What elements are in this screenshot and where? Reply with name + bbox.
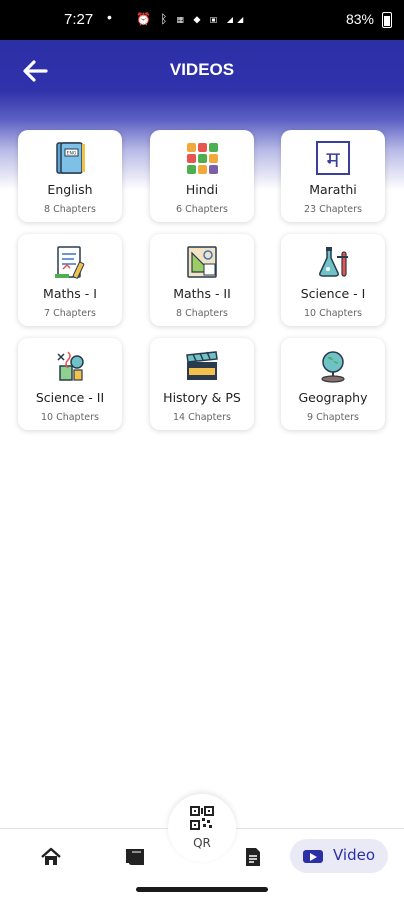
subject-card-history-ps[interactable]: History & PS 14 Chapters (150, 338, 254, 430)
maths-notebook-icon (55, 246, 85, 279)
subject-name: Science - II (35, 390, 105, 405)
chapter-count: 7 Chapters (44, 308, 96, 319)
notification-dot: • (107, 9, 112, 25)
subject-card-science-2[interactable]: Science - II 10 Chapters (18, 338, 122, 430)
chapter-count: 8 Chapters (44, 204, 96, 215)
hindi-letters-icon (187, 143, 218, 174)
subject-name: Geography (298, 390, 368, 405)
subject-name: Maths - I (43, 286, 97, 301)
subject-card-maths-1[interactable]: Maths - I 7 Chapters (18, 234, 122, 326)
qr-code-icon (190, 806, 214, 830)
book-icon[interactable] (124, 846, 146, 868)
history-clapper-icon (186, 351, 218, 380)
subject-name: Maths - II (173, 286, 231, 301)
subject-card-science-1[interactable]: Science - I 10 Chapters (281, 234, 385, 326)
subject-name: Hindi (185, 182, 219, 197)
qr-scan-button[interactable]: QR (168, 794, 236, 862)
document-icon[interactable] (242, 846, 264, 868)
chapter-count: 8 Chapters (176, 308, 228, 319)
chapter-count: 6 Chapters (176, 204, 228, 215)
subject-card-hindi[interactable]: Hindi 6 Chapters (150, 130, 254, 222)
subject-card-marathi[interactable]: म Marathi 23 Chapters (281, 130, 385, 222)
nav-video-label: Video (333, 846, 376, 864)
subject-name: English (47, 182, 93, 197)
gesture-bar (136, 887, 268, 892)
geometry-icon (187, 246, 217, 278)
status-icons: ⏰ ᛒ ▦ ◆ ▣ ◢◢ (136, 12, 247, 26)
chapter-count: 10 Chapters (303, 308, 363, 319)
lab-flask-icon (319, 247, 348, 277)
chapter-count: 10 Chapters (40, 412, 100, 423)
marathi-letter-icon: म (316, 141, 350, 175)
nav-video-tab[interactable]: Video (290, 839, 388, 873)
video-play-icon (303, 850, 323, 863)
english-book-icon: ENG (56, 142, 85, 174)
subject-card-geography[interactable]: Geography 9 Chapters (281, 338, 385, 430)
status-time: 7:27 (64, 11, 94, 28)
svg-text:ENG: ENG (67, 151, 77, 157)
page-title: VIDEOS (169, 60, 235, 79)
battery-icon (382, 12, 392, 28)
marathi-glyph: म (326, 148, 340, 173)
globe-icon (321, 351, 345, 383)
qr-label: QR (193, 836, 211, 850)
subject-name: Marathi (309, 182, 357, 197)
subject-card-english[interactable]: ENG English 8 Chapters (18, 130, 122, 222)
status-bar: 7:27 • ⏰ ᛒ ▦ ◆ ▣ ◢◢ 83% (0, 0, 404, 40)
chapter-count: 9 Chapters (307, 412, 359, 423)
subject-name: History & PS (163, 390, 241, 405)
biology-icon (57, 351, 84, 381)
chapter-count: 23 Chapters (303, 204, 363, 215)
home-icon[interactable] (40, 846, 62, 868)
chapter-count: 14 Chapters (172, 412, 232, 423)
subject-card-maths-2[interactable]: Maths - II 8 Chapters (150, 234, 254, 326)
subject-name: Science - I (300, 286, 366, 301)
battery-percent: 83% (345, 11, 374, 27)
